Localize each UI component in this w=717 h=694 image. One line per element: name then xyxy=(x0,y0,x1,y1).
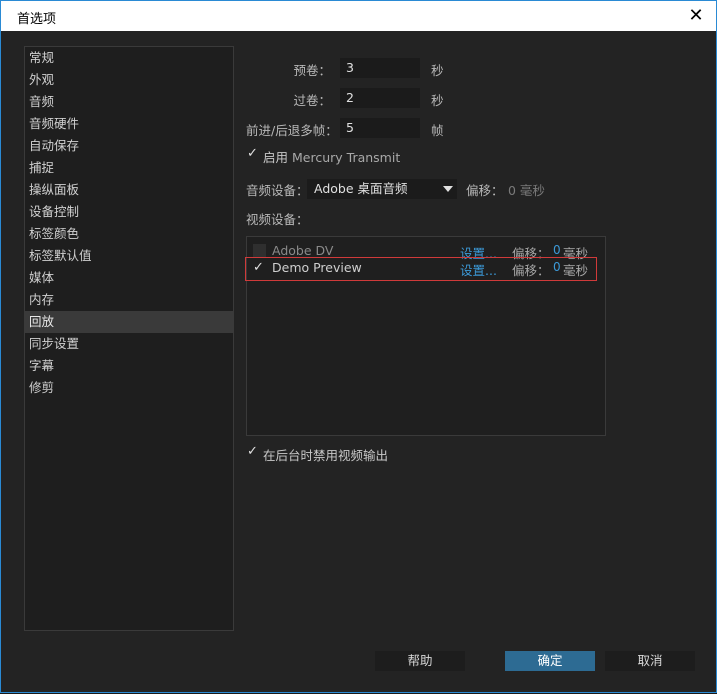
category-item-playback[interactable]: 回放 xyxy=(25,311,233,333)
postroll-unit: 秒 xyxy=(431,93,444,108)
preroll-unit: 秒 xyxy=(431,63,444,78)
audio-offset-label: 偏移： xyxy=(466,183,504,198)
mercury-label-rest: Mercury Transmit xyxy=(292,150,401,165)
step-frames-label: 前进/后退多帧： xyxy=(246,123,338,138)
audio-device-label: 音频设备： xyxy=(246,183,309,198)
category-list: 常规 外观 音频 音频硬件 自动保存 捕捉 操纵面板 设备控制 标签颜色 标签默… xyxy=(24,46,234,631)
category-item-general[interactable]: 常规 xyxy=(25,47,233,69)
category-item-titler[interactable]: 字幕 xyxy=(25,355,233,377)
category-item-trim[interactable]: 修剪 xyxy=(25,377,233,399)
category-item-memory[interactable]: 内存 xyxy=(25,289,233,311)
step-frames-input[interactable]: 5 xyxy=(340,118,420,138)
audio-offset-value: 0 毫秒 xyxy=(508,183,545,198)
chevron-down-icon xyxy=(443,186,453,192)
device-offset-value[interactable]: 0 xyxy=(553,260,561,274)
preferences-dialog: 常规 外观 音频 音频硬件 自动保存 捕捉 操纵面板 设备控制 标签颜色 标签默… xyxy=(0,31,717,693)
category-item-autosave[interactable]: 自动保存 xyxy=(25,135,233,157)
preroll-label: 预卷： xyxy=(293,63,331,78)
category-item-capture[interactable]: 捕捉 xyxy=(25,157,233,179)
preroll-input[interactable]: 3 xyxy=(340,58,420,78)
device-checkbox-demo-preview[interactable]: ✓ xyxy=(253,261,266,274)
category-item-media[interactable]: 媒体 xyxy=(25,267,233,289)
mercury-transmit-label: 启用 Mercury Transmit xyxy=(263,147,400,166)
device-checkbox-adobe-dv[interactable] xyxy=(253,244,266,257)
category-item-audio[interactable]: 音频 xyxy=(25,91,233,113)
category-item-sync-settings[interactable]: 同步设置 xyxy=(25,333,233,355)
audio-device-value: Adobe 桌面音频 xyxy=(314,181,408,196)
title-bar: 首选项 ✕ xyxy=(0,0,717,32)
ok-button[interactable]: 确定 xyxy=(505,651,595,671)
disable-background-output-checkbox[interactable]: ✓ xyxy=(247,445,260,458)
audio-device-select[interactable]: Adobe 桌面音频 xyxy=(307,179,457,199)
category-item-label-colors[interactable]: 标签颜色 xyxy=(25,223,233,245)
category-item-control-surface[interactable]: 操纵面板 xyxy=(25,179,233,201)
device-name: Adobe DV xyxy=(272,243,334,258)
video-device-label: 视频设备： xyxy=(246,212,309,227)
cancel-button[interactable]: 取消 xyxy=(605,651,695,671)
postroll-input[interactable]: 2 xyxy=(340,88,420,108)
device-name: Demo Preview xyxy=(272,260,362,275)
category-item-device-control[interactable]: 设备控制 xyxy=(25,201,233,223)
help-button[interactable]: 帮助 xyxy=(375,651,465,671)
category-item-label-defaults[interactable]: 标签默认值 xyxy=(25,245,233,267)
disable-background-output-label: 在后台时禁用视频输出 xyxy=(263,448,389,463)
category-item-appearance[interactable]: 外观 xyxy=(25,69,233,91)
device-offset-value[interactable]: 0 xyxy=(553,243,561,257)
category-item-audio-hardware[interactable]: 音频硬件 xyxy=(25,113,233,135)
device-row-demo-preview[interactable]: ✓ Demo Preview 设置... 偏移： 0 毫秒 xyxy=(245,257,597,281)
postroll-label: 过卷： xyxy=(293,93,331,108)
device-settings-link[interactable]: 设置... xyxy=(460,260,497,279)
close-icon[interactable]: ✕ xyxy=(684,4,708,28)
mercury-label-prefix: 启用 xyxy=(263,150,289,165)
device-offset-unit: 毫秒 xyxy=(563,263,589,278)
video-device-list: Adobe DV 设置... 偏移： 0 毫秒 ✓ Demo Preview 设… xyxy=(245,236,606,436)
mercury-transmit-checkbox[interactable]: ✓ xyxy=(247,147,260,160)
step-frames-unit: 帧 xyxy=(431,123,444,138)
window-title: 首选项 xyxy=(17,12,57,27)
device-offset-label: 偏移： xyxy=(512,263,550,278)
